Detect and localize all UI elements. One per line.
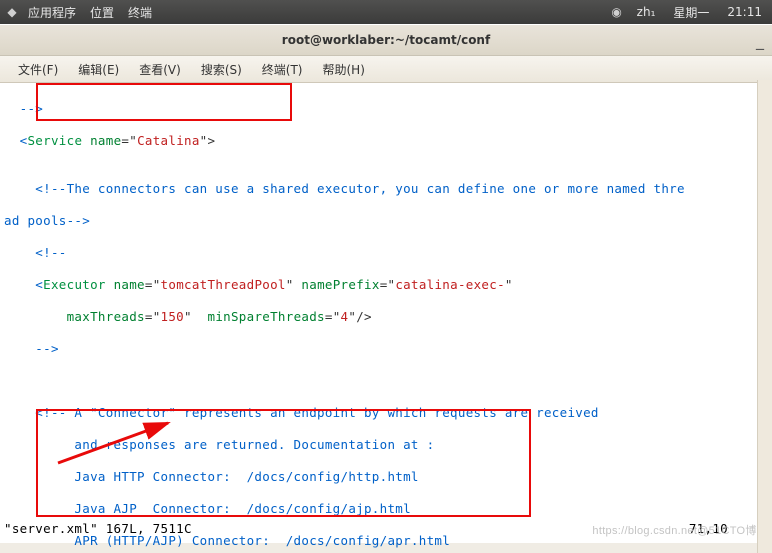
code-line: --> <box>0 341 772 357</box>
panel-apps[interactable]: 应用程序 <box>22 2 82 23</box>
menu-terminal[interactable]: 终端(T) <box>254 58 311 81</box>
watermark-text: https://blog.csdn.net@51CTO博客 <box>592 523 768 539</box>
vim-editor[interactable]: --> <Service name="Catalina"> <!--The co… <box>0 83 772 543</box>
panel-places[interactable]: 位置 <box>84 2 120 23</box>
code-line: maxThreads="150" minSpareThreads="4"/> <box>0 309 772 325</box>
code-line: <!-- <box>0 245 772 261</box>
terminal-window: root@worklaber:~/tocamt/conf _ 文件(F) 编辑(… <box>0 24 772 543</box>
panel-time: 21:11 <box>721 3 768 21</box>
menu-edit[interactable]: 编辑(E) <box>70 58 127 81</box>
menu-view[interactable]: 查看(V) <box>131 58 189 81</box>
code-line: <!-- A "Connector" represents an endpoin… <box>0 405 772 421</box>
menu-bar: 文件(F) 编辑(E) 查看(V) 搜索(S) 终端(T) 帮助(H) <box>0 56 772 83</box>
code-line: <!--The connectors can use a shared exec… <box>0 181 772 197</box>
gnome-top-panel: ◆ 应用程序 位置 终端 ◉ zh₁ 星期一 21:11 <box>0 0 772 24</box>
code-line: --> <box>0 101 772 117</box>
code-line: ad pools--> <box>0 213 772 229</box>
menu-file[interactable]: 文件(F) <box>10 58 66 81</box>
window-titlebar[interactable]: root@worklaber:~/tocamt/conf _ <box>0 24 772 56</box>
window-title: root@worklaber:~/tocamt/conf <box>0 33 772 47</box>
panel-day: 星期一 <box>667 2 715 23</box>
code-line: and responses are returned. Documentatio… <box>0 437 772 453</box>
menu-help[interactable]: 帮助(H) <box>315 58 373 81</box>
accessibility-icon[interactable]: ◉ <box>609 4 625 20</box>
panel-lang[interactable]: zh₁ <box>631 3 662 21</box>
status-file-info: "server.xml" 167L, 7511C <box>4 521 689 537</box>
menu-search[interactable]: 搜索(S) <box>193 58 250 81</box>
gnome-foot-icon[interactable]: ◆ <box>4 4 20 20</box>
panel-terminal[interactable]: 终端 <box>122 2 158 23</box>
code-line: <Service name="Catalina"> <box>0 133 772 149</box>
vertical-scrollbar[interactable] <box>757 80 772 553</box>
code-line: Java AJP Connector: /docs/config/ajp.htm… <box>0 501 772 517</box>
code-line: <Executor name="tomcatThreadPool" namePr… <box>0 277 772 293</box>
code-line: Java HTTP Connector: /docs/config/http.h… <box>0 469 772 485</box>
window-minimize-icon[interactable]: _ <box>756 31 764 50</box>
